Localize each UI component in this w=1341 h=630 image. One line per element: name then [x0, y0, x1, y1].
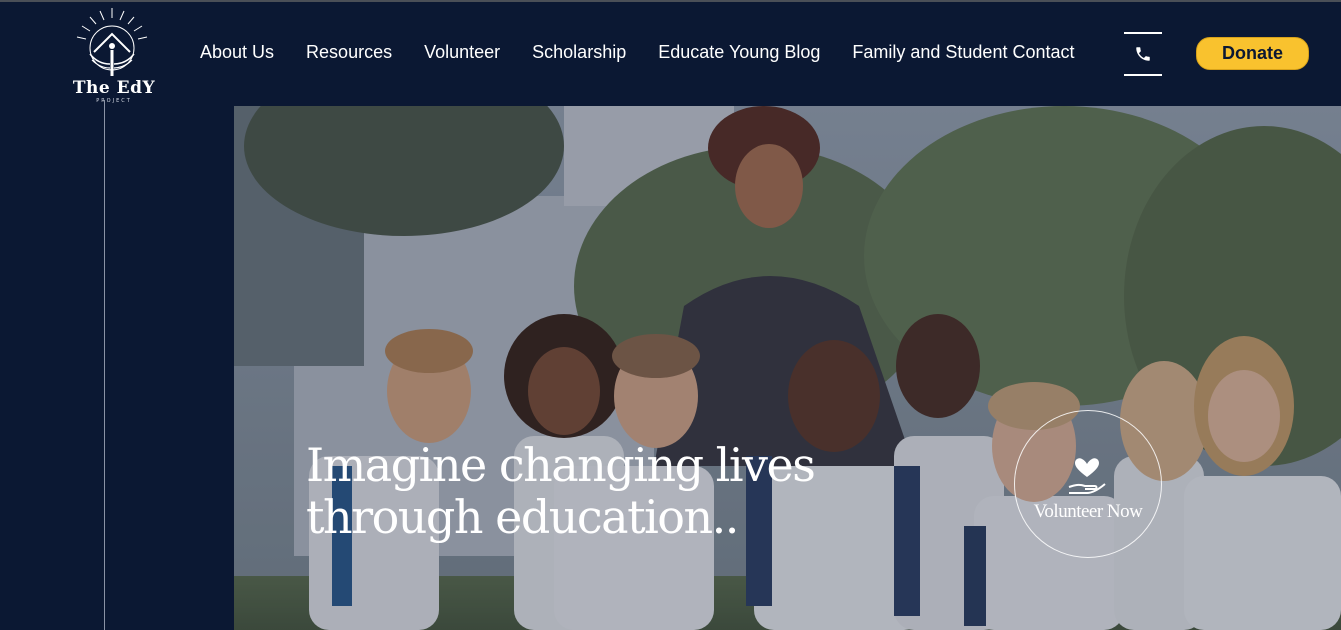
donate-button[interactable]: Donate [1196, 37, 1309, 70]
hero-headline-line-2: through education.. [306, 490, 739, 544]
site-header: The EdY PROJECT About Us Resources Volun… [0, 2, 1341, 106]
volunteer-now-button[interactable]: Volunteer Now [1014, 410, 1162, 558]
nav-item-volunteer[interactable]: Volunteer [424, 40, 500, 64]
heart-in-hand-icon [1068, 458, 1106, 494]
sidebar-divider [104, 100, 105, 630]
nav-item-educate-young-blog[interactable]: Educate Young Blog [658, 40, 820, 64]
hero-overlay [234, 106, 1341, 630]
phone-button[interactable] [1124, 32, 1162, 76]
phone-icon [1136, 47, 1150, 61]
hero-headline-line-1: Imagine changing lives [306, 438, 816, 492]
site-logo[interactable]: The EdY PROJECT [64, 6, 160, 104]
hero-section: Imagine changing lives through education… [234, 106, 1341, 630]
hero-headline: Imagine changing lives through education… [306, 439, 866, 543]
nav-item-about-us[interactable]: About Us [200, 40, 274, 64]
main-nav: About Us Resources Volunteer Scholarship… [200, 40, 1075, 64]
logo-wordmark: The EdY [72, 78, 156, 98]
nav-item-family-and-student-contact[interactable]: Family and Student Contact [852, 40, 1074, 64]
volunteer-now-label: Volunteer Now [1033, 501, 1143, 522]
nav-item-scholarship[interactable]: Scholarship [532, 40, 626, 64]
nav-item-resources[interactable]: Resources [306, 40, 392, 64]
logo-subtitle: PROJECT [96, 98, 132, 104]
